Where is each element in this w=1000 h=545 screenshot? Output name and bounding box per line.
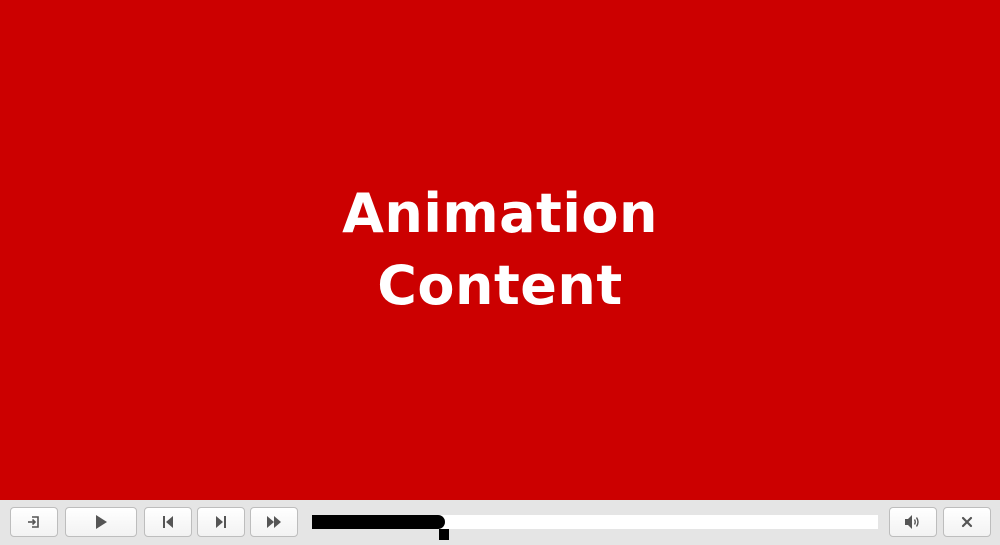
animation-player: Animation Content [0,0,1000,545]
play-icon [96,515,107,529]
previous-button[interactable] [144,507,192,537]
exit-icon [28,516,39,528]
progress-fill [312,515,445,529]
animation-title-line-2: Content [377,254,623,317]
animation-title: Animation Content [342,178,658,322]
volume-icon [905,515,919,529]
player-controls [0,500,1000,545]
progress-bar[interactable] [312,515,878,540]
volume-button[interactable] [889,507,937,537]
next-button[interactable] [197,507,245,537]
skip-next-icon [216,516,226,528]
fast-forward-button[interactable] [250,507,298,537]
fast-forward-icon [267,516,281,528]
skip-previous-icon [163,516,173,528]
play-button[interactable] [65,507,137,537]
close-button[interactable] [943,507,991,537]
progress-handle[interactable] [439,529,449,540]
animation-title-line-1: Animation [342,182,658,245]
close-icon [961,516,973,528]
exit-button[interactable] [10,507,58,537]
animation-stage: Animation Content [0,0,1000,500]
